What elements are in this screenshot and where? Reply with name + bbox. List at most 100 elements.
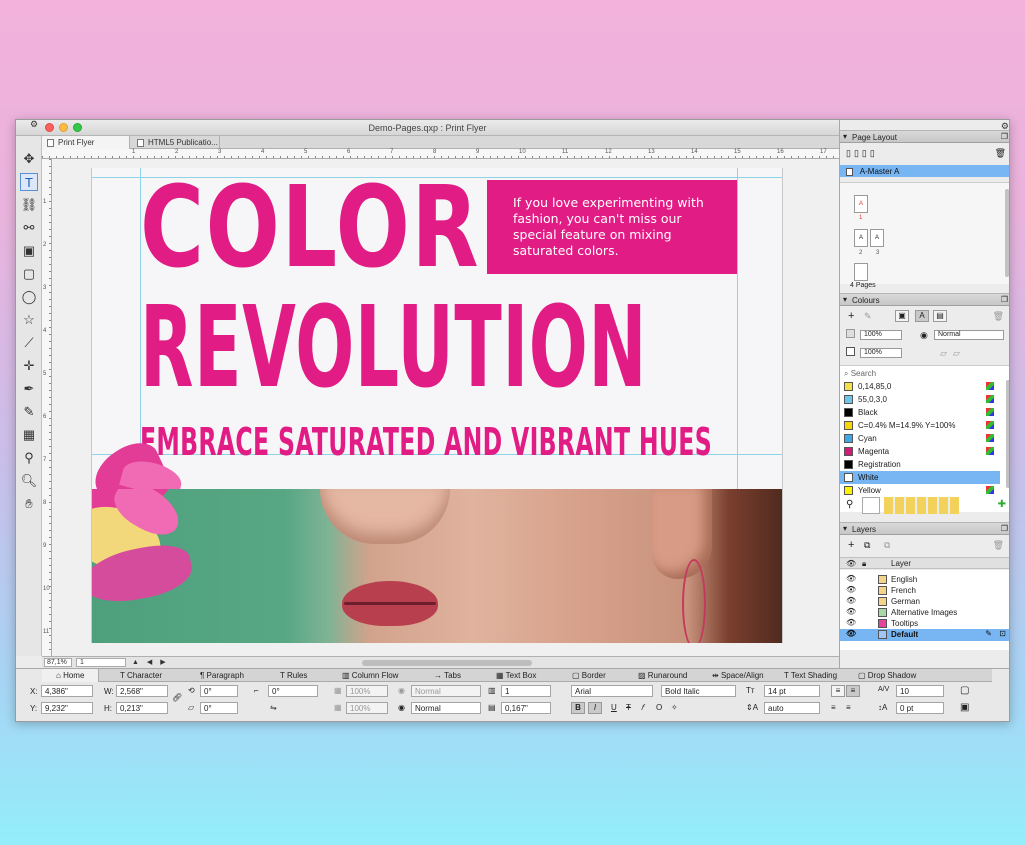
more-styles-icon[interactable]: ✧ xyxy=(671,703,678,712)
y-field[interactable]: 9,232" xyxy=(41,702,93,714)
merge-layers-icon[interactable]: ⧉ xyxy=(884,540,890,551)
baseline-shift-field[interactable]: 0 pt xyxy=(896,702,944,714)
blend-mode-select-2[interactable]: Normal xyxy=(411,702,481,714)
trash-icon[interactable]: 🗑︎ xyxy=(995,148,1006,159)
horizontal-scrollbar[interactable] xyxy=(362,660,532,666)
eye-icon[interactable]: 👁︎ xyxy=(846,574,856,583)
page-thumbnails[interactable]: A 1 A A 2 3 xyxy=(840,182,1009,284)
layer-row[interactable]: 👁︎ German xyxy=(840,596,1009,607)
page-icons[interactable]: ▯▯▯▯ xyxy=(846,148,878,159)
colour-item[interactable]: Cyan xyxy=(840,432,1000,445)
eye-icon[interactable]: 👁︎ xyxy=(846,607,856,616)
zoom-field[interactable]: 87,1% xyxy=(44,658,72,667)
italic-button[interactable]: I xyxy=(588,702,602,714)
width-field[interactable]: 2,568" xyxy=(116,685,168,697)
layer-row[interactable]: 👁︎ Tooltips xyxy=(840,618,1009,629)
subheadline[interactable]: EMBRACE SATURATED AND VIBRANT HUES xyxy=(140,420,712,464)
align-left-button[interactable]: ≡ xyxy=(831,685,845,697)
page-thumb-3[interactable]: A xyxy=(870,229,884,247)
tab-rules[interactable]: T Rules xyxy=(280,671,307,680)
tint-field-2[interactable]: 100% xyxy=(860,348,902,358)
align-right-icon[interactable]: ≡ xyxy=(831,703,836,712)
skew-field[interactable]: 0° xyxy=(200,702,238,714)
trash-icon[interactable]: 🗑︎ xyxy=(993,311,1004,322)
text-shading-icon[interactable]: ▣ xyxy=(960,702,969,713)
frame-icon[interactable]: ▢ xyxy=(960,685,969,696)
oval-box-tool-icon[interactable]: ◯ xyxy=(20,288,38,306)
layers-header[interactable]: Layers ❐ xyxy=(840,522,1009,535)
colour-item[interactable]: C=0.4% M=14.9% Y=100% xyxy=(840,419,1000,432)
justify-icon[interactable]: ≡ xyxy=(846,703,851,712)
tab-html5-publication[interactable]: HTML5 Publicatio... xyxy=(132,136,220,149)
eye-icon[interactable]: 👁︎ xyxy=(846,629,856,638)
panel-menu-icon[interactable]: ❐ xyxy=(1001,524,1008,533)
unlinking-tool-icon[interactable]: ⚯ xyxy=(20,219,38,237)
blend-mode-select-1[interactable]: Normal xyxy=(411,685,481,697)
colour-search[interactable]: ⌕ Search xyxy=(840,367,1000,380)
panel-menu-icon[interactable]: ❐ xyxy=(1001,295,1008,304)
add-swatch-icon[interactable]: ✚ xyxy=(998,499,1006,510)
horizontal-ruler[interactable]: 1 2 3 4 5 6 7 8 9 10 11 12 13 14 15 16 1… xyxy=(42,149,839,159)
tab-runaround[interactable]: ▨ Runaround xyxy=(638,671,687,680)
tab-print-flyer[interactable]: Print Flyer xyxy=(42,136,130,149)
line-tool-icon[interactable]: ⟋ xyxy=(20,334,38,352)
tab-drop-shadow[interactable]: ▢ Drop Shadow xyxy=(858,671,916,680)
feature-text-box[interactable]: If you love experimenting with fashion, … xyxy=(487,180,737,274)
strikethrough-button[interactable]: Ŧ xyxy=(626,703,631,712)
panel-menu-icon[interactable]: ❐ xyxy=(1001,132,1008,141)
colour-item[interactable]: 55,0,3,0 xyxy=(840,393,1000,406)
edit-layer-icon[interactable]: ✎ xyxy=(985,629,992,638)
pencil-tool-icon[interactable]: ✎ xyxy=(20,403,38,421)
rotation-field[interactable]: 0° xyxy=(200,685,238,697)
page-navigation[interactable]: ▲ ◀ ▶ xyxy=(132,658,169,666)
tab-paragraph[interactable]: ¶ Paragraph xyxy=(200,671,244,680)
document-page[interactable]: COLOR REVOLUTION EMBRACE SATURATED AND V… xyxy=(91,168,783,643)
bold-button[interactable]: B xyxy=(571,702,585,714)
page-thumb-2[interactable]: A xyxy=(854,229,868,247)
table-tool-icon[interactable]: ▦ xyxy=(20,426,38,444)
tint-field-1[interactable]: 100% xyxy=(860,330,902,340)
picture-tool-icon[interactable]: ▣ xyxy=(20,242,38,260)
eyedropper-tool-icon[interactable]: ⚲ xyxy=(20,449,38,467)
eye-icon[interactable]: 👁︎ xyxy=(846,585,856,594)
text-colour-icon[interactable]: A xyxy=(915,310,929,322)
background-colour-icon[interactable]: ▤ xyxy=(933,310,947,322)
opacity-field-1[interactable]: 100% xyxy=(346,685,388,697)
height-field[interactable]: 0,213" xyxy=(116,702,168,714)
tab-column-flow[interactable]: ▥ Column Flow xyxy=(342,671,398,680)
colour-item[interactable]: Black xyxy=(840,406,1000,419)
linking-tool-icon[interactable]: ⛓ xyxy=(20,196,38,214)
current-colour-swatch[interactable] xyxy=(862,497,880,514)
layer-row[interactable]: 👁︎ French xyxy=(840,585,1009,596)
leading-field[interactable]: auto xyxy=(764,702,820,714)
underline-button[interactable]: U xyxy=(611,703,617,712)
eye-icon[interactable]: 👁︎ xyxy=(846,618,856,627)
recent-colour-swatches[interactable] xyxy=(884,497,959,514)
page-thumb-1[interactable]: A xyxy=(854,195,868,213)
shadow-button[interactable]: 𝑓 xyxy=(641,703,644,713)
tab-text-shading[interactable]: T Text Shading xyxy=(784,671,837,680)
pasteboard[interactable]: COLOR REVOLUTION EMBRACE SATURATED AND V… xyxy=(52,159,839,656)
headline-color[interactable]: COLOR xyxy=(140,172,480,284)
layer-row-selected[interactable]: 👁︎ Default ✎ ⊡ xyxy=(840,629,1009,641)
tab-tabs[interactable]: → Tabs xyxy=(434,671,461,680)
colours-scrollbar[interactable] xyxy=(1006,380,1009,488)
layer-row[interactable]: 👁︎ Alternative Images xyxy=(840,607,1009,618)
pan-tool-icon[interactable]: ✋︎ xyxy=(20,495,38,513)
master-page-row[interactable]: A-Master A xyxy=(840,165,1009,177)
eyedropper-icon[interactable]: ⚲ xyxy=(846,499,853,510)
thumbnails-scrollbar[interactable] xyxy=(1005,189,1009,277)
trash-icon[interactable]: 🗑︎ xyxy=(993,540,1004,551)
colour-item-selected[interactable]: White xyxy=(840,471,1000,484)
tab-character[interactable]: T Character xyxy=(120,671,162,680)
layer-row[interactable]: 👁︎ English xyxy=(840,574,1009,585)
tab-space-align[interactable]: ⇹ Space/Align xyxy=(712,671,764,680)
font-style-select[interactable]: Bold Italic xyxy=(661,685,736,697)
page-layout-header[interactable]: Page Layout ❐ xyxy=(840,130,1009,143)
gradient-icons[interactable]: ▱▱ xyxy=(940,348,966,359)
x-field[interactable]: 4,386" xyxy=(41,685,93,697)
align-center-button[interactable]: ≡ xyxy=(846,685,860,697)
frame-colour-icon[interactable]: ▣ xyxy=(895,310,909,322)
blend-mode-select[interactable]: Normal xyxy=(934,330,1004,340)
add-colour-icon[interactable]: + xyxy=(848,310,854,322)
